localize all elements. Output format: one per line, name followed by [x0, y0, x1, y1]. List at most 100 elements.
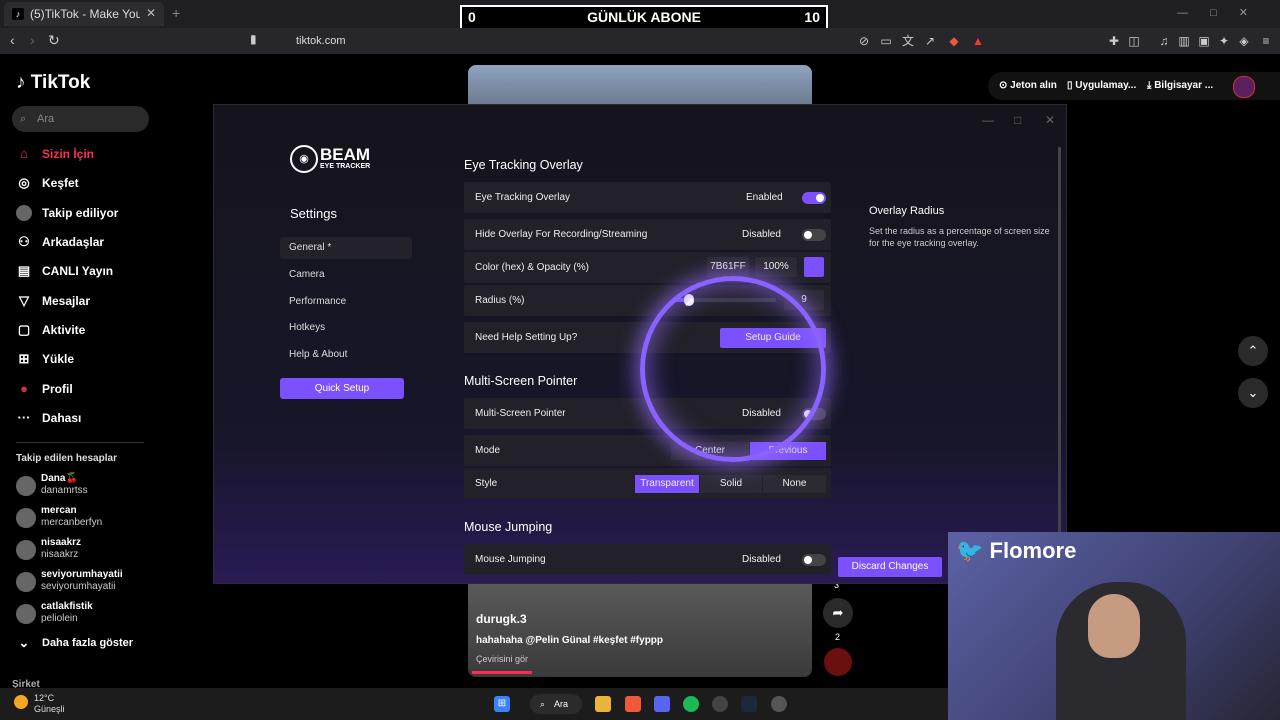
row-label: Multi-Screen Pointer	[475, 408, 566, 419]
color-swatch[interactable]	[804, 257, 824, 277]
account-item[interactable]: nisaakrz nisaakrz	[16, 537, 166, 565]
get-app-button[interactable]: ▯ Uygulamay...	[1067, 74, 1136, 98]
file-explorer-icon[interactable]	[595, 696, 611, 712]
video-player-top[interactable]	[468, 65, 812, 105]
nav-takip-ediliyor[interactable]: Takip ediliyor	[16, 203, 196, 223]
ai-icon[interactable]: ✦	[1216, 33, 1232, 49]
maximize-icon[interactable]: □	[1014, 113, 1021, 127]
hide-overlay-toggle[interactable]	[802, 229, 826, 241]
settings-nav-camera[interactable]: Camera	[280, 264, 412, 286]
row-eye-tracking-overlay: Eye Tracking Overlay Enabled	[464, 182, 831, 213]
account-item[interactable]: seviyorumhayatii seviyorumhayatii	[16, 569, 166, 597]
brave-rewards-icon[interactable]: ▲	[970, 33, 986, 49]
tab-title: (5)TikTok - Make Your Day	[30, 7, 140, 21]
share-icon[interactable]: ↗	[922, 33, 938, 49]
forward-icon[interactable]: ›	[30, 32, 35, 48]
beam-taskbar-icon[interactable]	[771, 696, 787, 712]
mouse-jumping-toggle[interactable]	[802, 554, 826, 566]
overlay-toggle[interactable]	[802, 192, 826, 204]
nav-sizin-icin[interactable]: ⌂ Sizin İçin	[16, 144, 196, 164]
video-username[interactable]: durugk.3	[476, 612, 527, 626]
brave-shield-icon[interactable]: ◆	[946, 33, 962, 49]
translate-link[interactable]: Çevirisini gör	[476, 654, 528, 664]
webcam-brand-label: Flomore	[989, 538, 1077, 563]
wallet-icon[interactable]: ▣	[1196, 33, 1212, 49]
windows-taskbar: ⊞ ⌕ Ara	[0, 688, 948, 720]
back-icon[interactable]: ‹	[10, 32, 15, 48]
account-item[interactable]: mercan mercanberfyn	[16, 505, 166, 533]
coins-button[interactable]: ⊙ Jeton alın	[999, 74, 1057, 98]
next-video-button[interactable]: ⌄	[1238, 378, 1268, 408]
close-tab-icon[interactable]: ✕	[146, 6, 156, 20]
opacity-input[interactable]: 100%	[755, 257, 797, 277]
nav-canli-yayin[interactable]: ▤ CANLI Yayın	[16, 261, 196, 281]
search-input[interactable]: ⌕ Ara	[12, 106, 149, 132]
video-player-bottom[interactable]: durugk.3 hahahaha @Pelin Günal #keşfet #…	[468, 582, 812, 677]
reload-icon[interactable]: ↻	[48, 32, 60, 49]
brave-icon[interactable]	[625, 696, 641, 712]
tiktok-logo[interactable]: ♪ TikTok	[16, 72, 90, 94]
get-desktop-button[interactable]: ⤓ Bilgisayar ...	[1147, 74, 1213, 98]
user-avatar[interactable]	[1233, 76, 1255, 98]
discard-changes-button[interactable]: Discard Changes	[838, 557, 942, 577]
music-disc-icon[interactable]	[824, 648, 852, 676]
cast-icon[interactable]: ▭	[878, 33, 894, 49]
steam-icon[interactable]	[741, 696, 757, 712]
nav-label: Sizin İçin	[42, 147, 95, 161]
beam-settings-window: — □ ✕ ◉ BEAM EYE TRACKER Settings Genera…	[213, 104, 1067, 584]
settings-nav-general[interactable]: General *	[280, 237, 412, 259]
screenshot-icon[interactable]: ◫	[1126, 33, 1142, 49]
color-hex-input[interactable]: 7B61FF	[707, 257, 749, 277]
show-more-button[interactable]: ⌄ Daha fazla göster	[16, 633, 196, 653]
style-transparent-button[interactable]: Transparent	[635, 475, 699, 493]
chevron-up-icon: ⌃	[1247, 343, 1259, 358]
settings-nav-performance[interactable]: Performance	[280, 291, 412, 313]
close-icon[interactable]: ✕	[1045, 113, 1055, 127]
nav-label: CANLI Yayın	[42, 264, 114, 278]
style-none-button[interactable]: None	[763, 475, 826, 493]
spotify-icon[interactable]	[683, 696, 699, 712]
nav-mesajlar[interactable]: ▽ Mesajlar	[16, 291, 196, 311]
share-icon[interactable]: ➦	[823, 598, 853, 628]
menu-icon[interactable]: ≡	[1258, 33, 1274, 49]
new-tab-button[interactable]: +	[172, 5, 180, 21]
account-item[interactable]: catlakfistik peliolein	[16, 601, 166, 629]
nav-profil[interactable]: ● Profil	[16, 379, 196, 399]
settings-nav-hotkeys[interactable]: Hotkeys	[280, 317, 412, 339]
settings-scrollbar[interactable]	[1058, 147, 1061, 567]
taskbar-search[interactable]: ⌕ Ara	[530, 694, 582, 714]
toggle-knob	[804, 231, 812, 239]
window-controls[interactable]: —□✕	[1177, 6, 1270, 19]
translate-icon[interactable]: 文	[900, 33, 916, 49]
app-icon[interactable]	[712, 696, 728, 712]
overlay-state: Enabled	[746, 192, 783, 203]
address-bar[interactable]: tiktok.com	[268, 31, 856, 51]
browser-tab[interactable]: ♪ (5)TikTok - Make Your Day ✕	[4, 2, 164, 26]
no-video-icon[interactable]: ⊘	[856, 33, 872, 49]
row-label: Hide Overlay For Recording/Streaming	[475, 229, 648, 240]
sidebar-icon[interactable]: ▥	[1176, 33, 1192, 49]
extensions-icon[interactable]: ✚	[1106, 33, 1122, 49]
vpn-icon[interactable]: ◈	[1236, 33, 1252, 49]
get-app-label: Uygulamay...	[1075, 80, 1137, 91]
nav-aktivite[interactable]: ▢ Aktivite	[16, 320, 196, 340]
account-handle: nisaakrz	[41, 549, 79, 560]
discord-icon[interactable]	[654, 696, 670, 712]
avatar	[16, 540, 36, 560]
avatar	[16, 572, 36, 592]
style-solid-button[interactable]: Solid	[700, 475, 762, 493]
video-progress-bar[interactable]	[472, 671, 532, 674]
windows-start-icon[interactable]: ⊞	[494, 696, 510, 712]
nav-dahasi[interactable]: ··· Dahası	[16, 408, 196, 428]
music-icon[interactable]: ♫	[1156, 33, 1172, 49]
quick-setup-button[interactable]: Quick Setup	[280, 378, 404, 399]
minimize-icon[interactable]: —	[982, 113, 994, 127]
bookmark-icon[interactable]: ▮	[250, 32, 257, 46]
settings-nav-help[interactable]: Help & About	[280, 344, 412, 366]
tiktok-favicon-icon: ♪	[12, 8, 24, 20]
nav-kesfet[interactable]: ◎ Keşfet	[16, 173, 196, 193]
nav-arkadaslar[interactable]: ⚇ Arkadaşlar	[16, 232, 196, 252]
previous-video-button[interactable]: ⌃	[1238, 336, 1268, 366]
nav-yukle[interactable]: ⊞ Yükle	[16, 349, 196, 369]
account-item[interactable]: Dana🍒 danamrtss	[16, 473, 166, 501]
